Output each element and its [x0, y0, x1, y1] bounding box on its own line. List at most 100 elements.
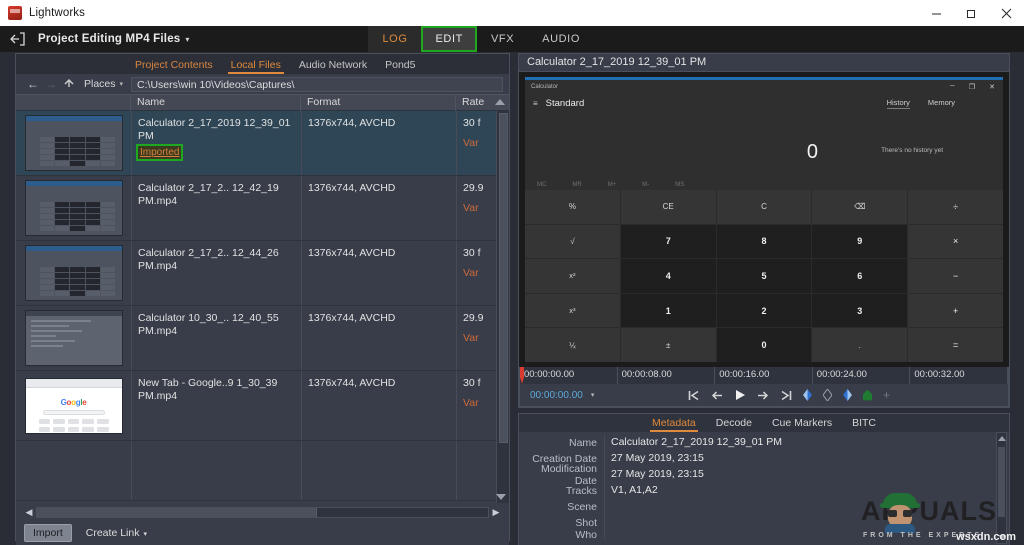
current-timecode[interactable]: 00:00:00.00 — [530, 390, 583, 401]
row-name-cell: Calculator 2_17_2019 12_39_01 PM Importe… — [131, 111, 301, 175]
timecode-ruler[interactable]: 00:00:00.00 00:00:08.00 00:00:16.00 00:0… — [520, 367, 1008, 384]
table-row-empty — [16, 441, 509, 501]
tab-local-files[interactable]: Local Files — [222, 59, 290, 74]
nav-forward-icon[interactable]: → — [42, 77, 60, 91]
close-button[interactable] — [989, 0, 1024, 26]
row-format-empty — [301, 441, 456, 500]
browser-tab-bar: Project Contents Local Files Audio Netwo… — [16, 54, 509, 74]
hscroll-left-icon[interactable]: ◀ — [22, 507, 36, 518]
metadata-value[interactable] — [604, 499, 1009, 515]
mark-in-icon[interactable] — [803, 389, 812, 401]
column-thumbnail[interactable] — [16, 94, 131, 111]
metadata-value[interactable] — [604, 531, 1009, 539]
tab-metadata[interactable]: Metadata — [642, 417, 706, 432]
status-badge: Imported — [135, 144, 184, 161]
mark-out-icon[interactable] — [843, 389, 852, 401]
table-row[interactable]: Calculator 2_17_2.. 12_44_26 PM.mp4 1376… — [16, 241, 509, 306]
timecode-tick: 00:00:24.00 — [813, 367, 911, 384]
scroll-up-arrow-icon[interactable] — [495, 99, 505, 105]
create-link-button[interactable]: Create Link ▾ — [86, 527, 147, 539]
row-name-cell: Calculator 10_30_.. 12_40_55 PM.mp4 — [131, 306, 301, 370]
table-row[interactable]: Calculator 10_30_.. 12_40_55 PM.mp4 1376… — [16, 306, 509, 371]
go-to-end-button[interactable] — [780, 390, 792, 401]
step-back-button[interactable] — [711, 390, 723, 401]
import-button[interactable]: Import — [24, 524, 72, 542]
metadata-row: Who — [519, 531, 1009, 539]
metadata-value[interactable] — [604, 515, 1009, 531]
table-row[interactable]: Calculator 2_17_2019 12_39_01 PM Importe… — [16, 111, 509, 176]
scroll-down-arrow-icon[interactable] — [496, 494, 506, 500]
metadata-vertical-scrollbar[interactable] — [996, 432, 1007, 544]
timecode-tick: 00:00:00.00 — [520, 367, 618, 384]
hscroll-right-icon[interactable]: ▶ — [489, 507, 503, 518]
calc-maximize-icon: ❐ — [968, 83, 976, 91]
tab-pond5[interactable]: Pond5 — [376, 59, 424, 74]
calc-key-6: 6 — [812, 259, 908, 293]
calc-key-percent: % — [525, 190, 620, 224]
calculator-window-controls: ─ ❐ ✕ — [950, 83, 995, 91]
history-tab: History — [886, 97, 910, 109]
add-cue-icon[interactable] — [863, 389, 872, 401]
file-list-vertical-scrollbar[interactable] — [496, 111, 509, 503]
scrollbar-thumb[interactable] — [499, 113, 508, 443]
file-list-horizontal-scrollbar[interactable]: ◀ ▶ — [16, 503, 509, 521]
project-dropdown-caret-icon[interactable]: ▾ — [185, 35, 189, 44]
tab-edit[interactable]: EDIT — [421, 26, 477, 52]
tab-project-contents[interactable]: Project Contents — [126, 59, 222, 74]
calc-key-8: 8 — [716, 224, 812, 259]
play-button[interactable] — [734, 389, 746, 401]
memory-recall-button: MR — [572, 182, 582, 188]
places-caret-icon[interactable]: ▾ — [120, 80, 124, 88]
metadata-scroll-up-icon[interactable] — [998, 436, 1006, 441]
rate-value: 29.9 — [463, 312, 484, 324]
timecode-tick: 00:00:08.00 — [618, 367, 716, 384]
create-link-caret-icon: ▾ — [143, 531, 147, 538]
lightworks-icon — [8, 6, 22, 20]
nav-up-icon[interactable] — [60, 77, 78, 92]
go-to-start-button[interactable] — [688, 390, 700, 401]
calc-key-cube: x³ — [525, 293, 620, 328]
tab-log[interactable]: LOG — [368, 26, 422, 52]
calculator-keypad: % CE C ⌫ ÷ √ 7 8 9 × x² 4 5 6 − x³ 1 2 3… — [525, 190, 1003, 362]
calculator-side-tabs: History Memory — [886, 97, 955, 109]
metadata-value[interactable]: 27 May 2019, 23:15 — [604, 467, 1009, 483]
memory-subtract-button: M- — [642, 182, 650, 188]
tab-audio[interactable]: AUDIO — [528, 26, 594, 52]
rate-value: 30 f — [463, 247, 481, 259]
column-name[interactable]: Name — [131, 94, 301, 111]
nav-back-icon[interactable]: ← — [24, 77, 42, 91]
row-name-cell: New Tab - Google..9 1_30_39 PM.mp4 — [131, 371, 301, 440]
path-input[interactable]: C:\Users\win 10\Videos\Captures\ — [131, 76, 503, 92]
tab-cue-markers[interactable]: Cue Markers — [762, 417, 842, 432]
hscroll-track[interactable] — [36, 506, 489, 518]
add-button[interactable]: + — [883, 388, 890, 402]
step-forward-button[interactable] — [757, 390, 769, 401]
minimize-button[interactable] — [919, 0, 954, 26]
timecode-caret-icon[interactable]: ▾ — [591, 391, 595, 399]
metadata-field-list: Name Calculator 2_17_2019 12_39_01 PM Cr… — [519, 432, 1009, 544]
table-row[interactable]: Calculator 2_17_2.. 12_42_19 PM.mp4 1376… — [16, 176, 509, 241]
rate-value: 30 f — [463, 377, 481, 389]
hscroll-thumb[interactable] — [37, 507, 317, 517]
column-format[interactable]: Format — [301, 94, 456, 111]
calc-key-1: 1 — [620, 293, 716, 328]
table-row[interactable]: Google New Tab - Google..9 1_30_39 PM.mp… — [16, 371, 509, 441]
maximize-button[interactable] — [954, 0, 989, 26]
calc-key-plusminus: ± — [620, 328, 716, 362]
places-label[interactable]: Places — [84, 78, 116, 90]
mark-clear-icon[interactable] — [823, 389, 832, 401]
exit-project-icon[interactable] — [10, 32, 26, 46]
calc-key-equals: = — [908, 328, 1003, 362]
tab-vfx[interactable]: VFX — [477, 26, 528, 52]
metadata-value[interactable]: Calculator 2_17_2019 12_39_01 PM — [604, 435, 1009, 451]
tab-audio-network[interactable]: Audio Network — [290, 59, 376, 74]
navigation-row: ← → Places ▾ C:\Users\win 10\Videos\Capt… — [16, 74, 509, 94]
tab-bitc[interactable]: BITC — [842, 417, 886, 432]
metadata-scrollbar-thumb[interactable] — [998, 447, 1005, 517]
metadata-value[interactable]: 27 May 2019, 23:15 — [604, 451, 1009, 467]
tab-decode[interactable]: Decode — [706, 417, 762, 432]
calc-key-0: 0 — [716, 328, 812, 362]
project-title[interactable]: Project Editing MP4 Files — [38, 33, 180, 45]
metadata-value[interactable]: V1, A1,A2 — [604, 483, 1009, 499]
video-preview[interactable]: Calculator ─ ❐ ✕ ≡ Standard History Memo… — [519, 72, 1009, 367]
